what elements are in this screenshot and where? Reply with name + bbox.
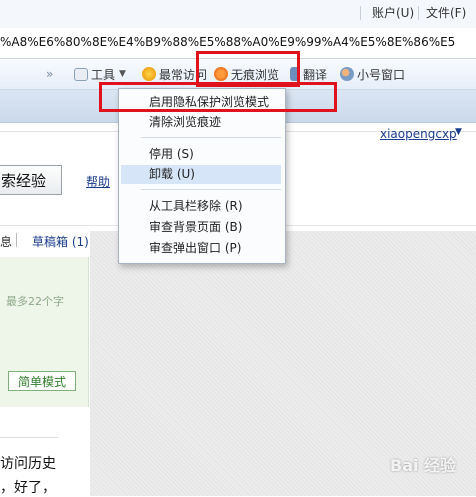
- menu-item-clear-traces[interactable]: 清除浏览痕迹: [121, 113, 281, 132]
- no-trace-dropdown-menu: 启用隐私保护浏览模式 清除浏览痕迹 停用 (S) 卸载 (U) 从工具栏移除 (…: [118, 88, 286, 264]
- tab-label[interactable]: 息: [0, 233, 12, 250]
- url-text[interactable]: %A8%E6%80%8E%E4%B9%88%E5%88%A0%E9%99%A4%…: [0, 35, 476, 49]
- menu-separator: [418, 6, 419, 20]
- menu-item-remove-from-toolbar[interactable]: 从工具栏移除 (R): [121, 197, 281, 216]
- small-window-button[interactable]: 小号窗口: [340, 65, 405, 83]
- menu-separator: [360, 6, 361, 20]
- menu-bar: 账户(U) 文件(F): [0, 0, 476, 29]
- drafts-tab[interactable]: 草稿箱 (1): [32, 233, 89, 250]
- small-window-label: 小号窗口: [357, 67, 406, 82]
- watermark-logo: Bai 经验: [390, 456, 457, 475]
- article-text-line2: ，好了，: [0, 480, 56, 496]
- star-icon: [142, 67, 156, 81]
- article-text-line1: 访问历史: [0, 456, 56, 472]
- user-icon: [340, 67, 354, 81]
- toolbox-icon: [74, 67, 88, 81]
- help-link[interactable]: 帮助: [86, 173, 110, 190]
- divider: [0, 437, 58, 438]
- simple-mode-button[interactable]: 简单模式: [8, 371, 76, 391]
- menu-separator: [141, 189, 281, 190]
- chevron-down-icon[interactable]: ▼: [455, 127, 462, 137]
- username-link[interactable]: xiaopengcxp: [380, 127, 457, 141]
- char-limit-hint: 最多22个字: [6, 295, 64, 308]
- menu-item-inspect-background[interactable]: 审查背景页面 (B): [121, 218, 281, 237]
- menu-account[interactable]: 账户(U): [372, 4, 414, 21]
- menu-item-inspect-popup[interactable]: 审查弹出窗口 (P): [121, 239, 281, 258]
- tools-label: 工具: [91, 67, 116, 82]
- tools-button[interactable]: 工具 ▼: [74, 65, 126, 83]
- highlight-box: [99, 82, 337, 112]
- menu-file[interactable]: 文件(F): [426, 4, 466, 21]
- menu-separator: [141, 137, 281, 138]
- toolbar-overflow-icon[interactable]: »: [46, 65, 53, 83]
- menu-item-disable[interactable]: 停用 (S): [121, 145, 281, 164]
- translate-label: 翻译: [303, 67, 328, 82]
- menu-item-uninstall[interactable]: 卸载 (U): [121, 165, 281, 184]
- search-experience-button[interactable]: 索经验: [0, 165, 62, 195]
- chevron-down-icon: ▼: [119, 69, 126, 79]
- tab-separator: [16, 233, 17, 247]
